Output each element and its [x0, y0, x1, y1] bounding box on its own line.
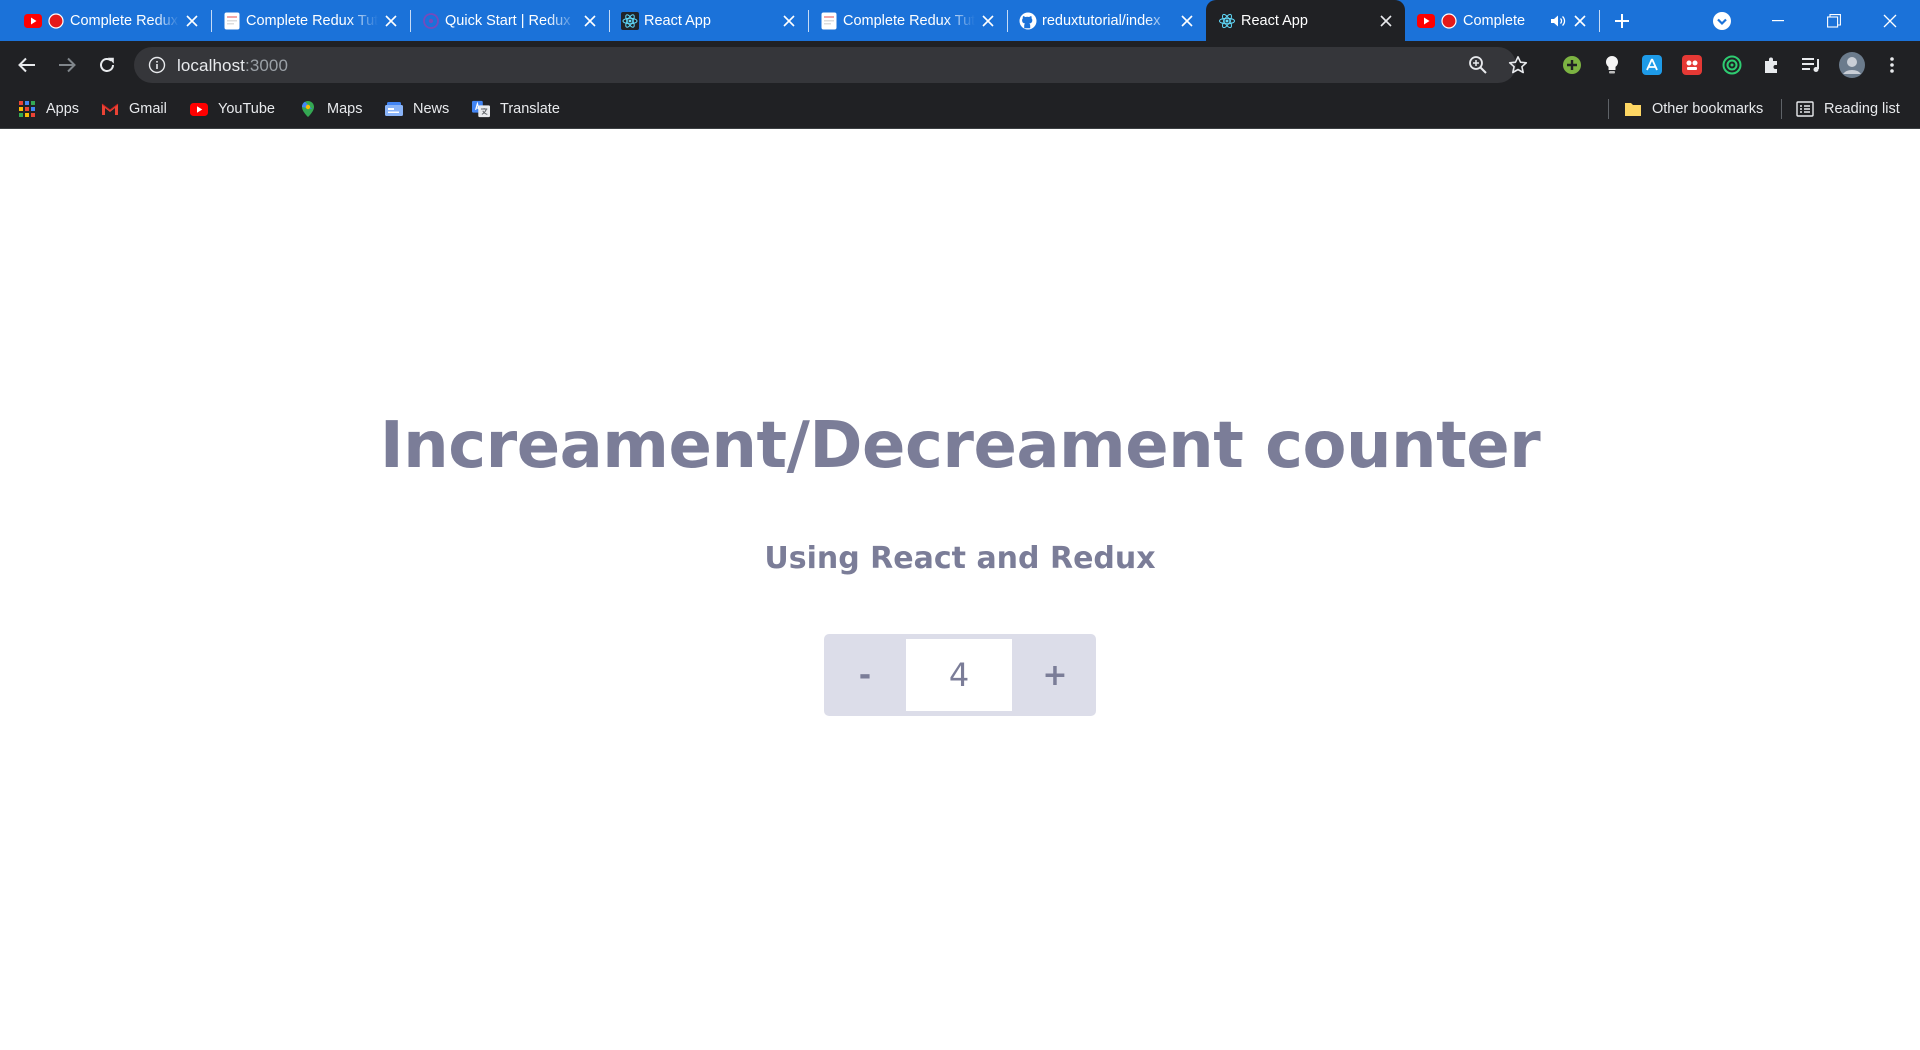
close-icon[interactable] [1571, 12, 1589, 30]
zoom-icon[interactable] [1467, 54, 1489, 76]
bookmark-label: Gmail [129, 101, 167, 117]
close-icon[interactable] [1377, 12, 1395, 30]
translate-icon [472, 100, 490, 118]
github-icon [1019, 12, 1037, 30]
browser-tab[interactable]: Complete Redux Tutorial [211, 0, 411, 41]
close-icon[interactable] [780, 12, 798, 30]
bookmark-maps[interactable]: Maps [299, 98, 362, 120]
extensions-puzzle-icon[interactable] [1760, 53, 1784, 77]
media-control-icon[interactable] [1800, 53, 1824, 77]
tab-title: Quick Start | Redux [445, 12, 571, 29]
maps-icon [299, 100, 317, 118]
bookmark-news[interactable]: News [385, 98, 449, 120]
browser-tab-active[interactable]: React App [1206, 0, 1405, 41]
tab-search-button[interactable] [1710, 9, 1734, 33]
youtube-icon [24, 12, 42, 30]
counter-widget: - 4 + [824, 634, 1096, 716]
reading-list-button[interactable]: Reading list [1796, 98, 1900, 120]
tab-title: React App [1241, 12, 1308, 29]
page-subtitle: Using React and Redux [764, 541, 1156, 576]
bookmark-label: Apps [46, 101, 80, 117]
bookmark-star-icon[interactable] [1507, 54, 1529, 76]
bookmark-gmail[interactable]: Gmail [101, 98, 167, 120]
close-window-button[interactable] [1862, 0, 1918, 41]
bookmarks-separator [1608, 99, 1609, 119]
browser-tab[interactable]: React App [609, 0, 809, 41]
bookmarks-separator [1781, 99, 1782, 119]
avatar[interactable] [1838, 51, 1866, 79]
tab-separator [1599, 10, 1600, 32]
close-icon[interactable] [581, 12, 599, 30]
news-icon [385, 100, 403, 118]
url-text[interactable]: localhost:3000 [177, 56, 288, 76]
tab-title: Complete Redux Tutorial [70, 12, 179, 29]
reload-button[interactable] [91, 49, 123, 81]
bookmark-translate[interactable]: Translate [472, 98, 560, 120]
gmail-icon [101, 100, 119, 118]
extension-plus-icon[interactable] [1560, 53, 1584, 77]
react-icon [1218, 12, 1236, 30]
folder-icon [1624, 100, 1642, 118]
more-menu-icon[interactable] [1880, 53, 1904, 77]
minimize-button[interactable] [1750, 0, 1806, 41]
page-icon [223, 12, 241, 30]
browser-tab[interactable]: reduxtutorial/index [1007, 0, 1206, 41]
tab-list: Complete Redux Tutorial Complete Redux T… [12, 0, 1600, 41]
bookmark-label: YouTube [218, 101, 275, 117]
url-port: :3000 [245, 56, 289, 75]
forward-button[interactable] [51, 49, 83, 81]
extension-appstore-icon[interactable] [1640, 53, 1664, 77]
recording-dot-icon [1440, 12, 1458, 30]
tab-title: React App [644, 12, 711, 29]
increment-button[interactable]: + [1014, 634, 1096, 716]
tab-title: Complete Redux Tutorial [246, 12, 378, 29]
bookmark-label: Maps [327, 101, 363, 117]
browser-tab[interactable]: Complete Redux Tutorial [808, 0, 1008, 41]
page-content: Increament/Decreament counter Using Reac… [0, 129, 1920, 1050]
tab-strip: Complete Redux Tutorial Complete Redux T… [0, 0, 1920, 41]
browser-tab[interactable]: Complete [1405, 0, 1600, 41]
bookmark-other-bookmarks[interactable]: Other bookmarks [1624, 98, 1763, 120]
decrement-button[interactable]: - [824, 634, 906, 716]
bookmark-label: Translate [500, 101, 560, 117]
bookmark-label: News [413, 101, 450, 117]
close-icon[interactable] [382, 12, 400, 30]
youtube-icon [1417, 12, 1435, 30]
browser-toolbar: localhost:3000 [0, 41, 1920, 89]
bookmarks-bar: Apps Gmail YouTube Maps News Translate O… [0, 89, 1920, 129]
bookmark-label: Reading list [1824, 101, 1900, 117]
tab-title: reduxtutorial/index [1042, 12, 1161, 29]
tab-title: Complete Redux Tutorial [843, 12, 975, 29]
back-button[interactable] [11, 49, 43, 81]
youtube-icon [190, 100, 208, 118]
react-icon [621, 11, 639, 30]
page-icon [820, 12, 838, 30]
close-icon[interactable] [183, 12, 201, 30]
bookmark-youtube[interactable]: YouTube [190, 98, 275, 120]
reading-list-icon [1796, 100, 1814, 118]
new-tab-button[interactable] [1610, 9, 1634, 33]
page-title: Increament/Decreament counter [379, 409, 1541, 483]
counter-value: 4 [906, 639, 1012, 711]
extension-target-icon[interactable] [1720, 53, 1744, 77]
extension-bulb-icon[interactable] [1600, 53, 1624, 77]
info-icon[interactable] [148, 56, 166, 74]
speaker-icon[interactable] [1549, 12, 1567, 30]
redux-icon [422, 12, 440, 30]
recording-dot-icon [47, 12, 65, 30]
extension-red-icon[interactable] [1680, 53, 1704, 77]
close-icon[interactable] [1178, 12, 1196, 30]
browser-tab[interactable]: Complete Redux Tutorial [12, 0, 212, 41]
bookmark-label: Other bookmarks [1652, 101, 1764, 117]
bookmark-apps[interactable]: Apps [18, 98, 79, 120]
tab-title: Complete [1463, 12, 1526, 29]
address-bar[interactable]: localhost:3000 [134, 47, 1528, 83]
apps-grid-icon [18, 100, 36, 118]
url-host: localhost [177, 56, 245, 75]
restore-button[interactable] [1806, 0, 1862, 41]
browser-tab[interactable]: Quick Start | Redux [410, 0, 610, 41]
close-icon[interactable] [979, 12, 997, 30]
